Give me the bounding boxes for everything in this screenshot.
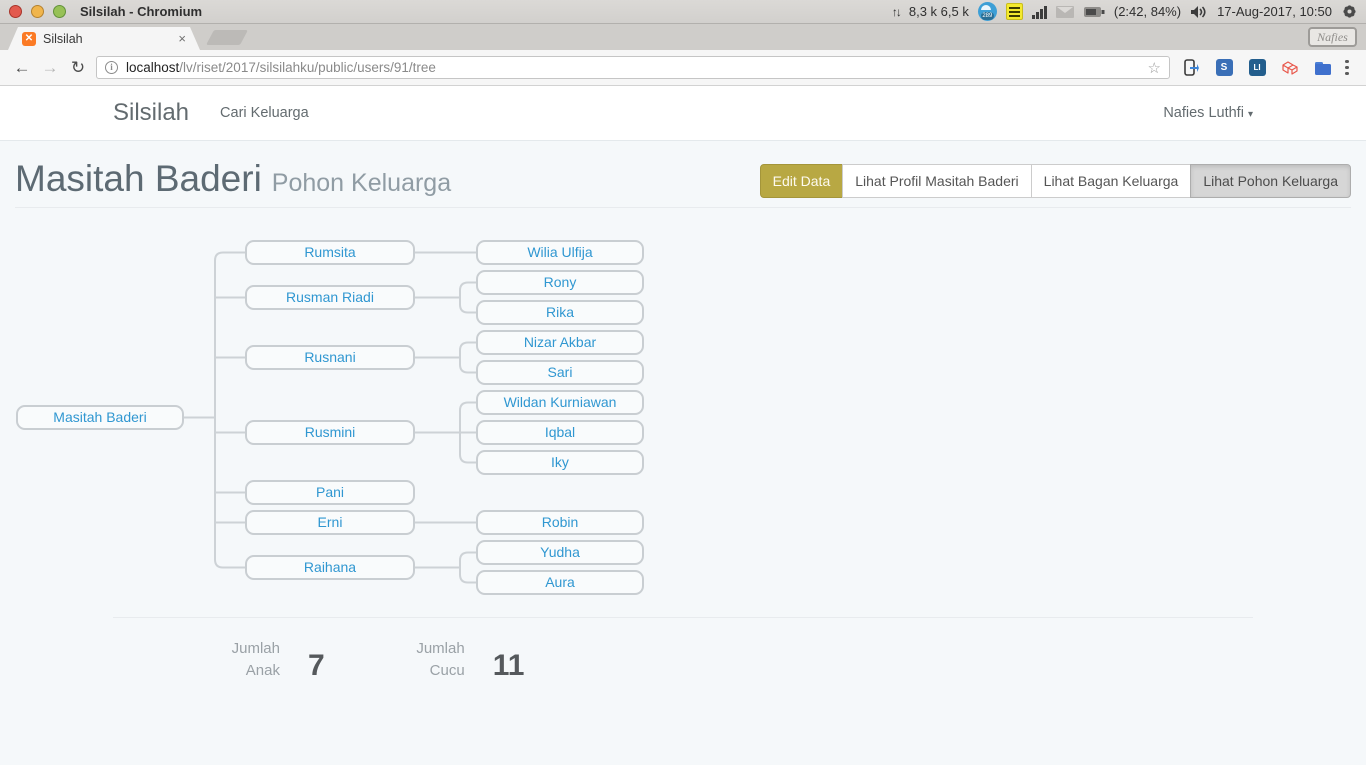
tree-node-grandchild[interactable]: Robin (476, 510, 644, 535)
reload-button[interactable]: ↻ (64, 58, 92, 78)
user-dropdown[interactable]: Nafies Luthfi ▾ (1163, 105, 1253, 121)
network-rate: 8,3 k 6,5 k (909, 4, 969, 19)
battery-status: (2:42, 84%) (1114, 4, 1181, 19)
folder-extension-icon[interactable] (1314, 59, 1332, 77)
tree-node-child[interactable]: Rusman Riadi (245, 285, 415, 310)
user-name: Nafies Luthfi (1163, 105, 1244, 121)
extensions: S LI (1182, 59, 1332, 77)
gear-icon[interactable] (1341, 3, 1358, 20)
edit-data-button[interactable]: Edit Data (760, 164, 844, 198)
lihat-bagan-button[interactable]: Lihat Bagan Keluarga (1031, 164, 1192, 198)
browser-toolbar: ← → ↻ i localhost/lv/riset/2017/silsilah… (0, 50, 1366, 86)
tree-node-grandchild[interactable]: Wilia Ulfija (476, 240, 644, 265)
stats: JumlahAnak 7 JumlahCucu 11 (113, 638, 524, 682)
tab-title: Silsilah (43, 32, 83, 46)
phone-share-extension-icon[interactable] (1182, 59, 1200, 77)
tree-node-grandchild[interactable]: Wildan Kurniawan (476, 390, 644, 415)
network-arrows-icon: ↑↓ (892, 5, 900, 19)
action-button-group: Edit Data Lihat Profil Masitah Baderi Li… (760, 164, 1351, 198)
tree-node-grandchild[interactable]: Sari (476, 360, 644, 385)
tree-node-grandchild[interactable]: Rika (476, 300, 644, 325)
downloader-indicator-icon[interactable]: 289 (978, 2, 997, 21)
jumlah-cucu-value: 11 (493, 650, 525, 682)
page-title: Masitah Baderi (15, 158, 262, 199)
app-brand[interactable]: Silsilah (113, 99, 189, 127)
tab-strip: ✕ Silsilah × Nafies (0, 24, 1366, 50)
screen: Silsilah - Chromium ↑↓ 8,3 k 6,5 k 289 (… (0, 0, 1366, 765)
close-window-icon[interactable] (9, 5, 22, 18)
url-host: localhost (126, 60, 179, 75)
xampp-favicon-icon: ✕ (22, 32, 36, 46)
tree-node-child[interactable]: Rumsita (245, 240, 415, 265)
tree-node-grandchild[interactable]: Aura (476, 570, 644, 595)
laravel-extension-icon[interactable] (1281, 59, 1299, 77)
page-subtitle: Pohon Keluarga (272, 169, 451, 197)
heading-divider (15, 207, 1351, 208)
tree-node-child[interactable]: Rusnani (245, 345, 415, 370)
browser-menu-icon[interactable] (1345, 60, 1349, 76)
jumlah-anak-value: 7 (308, 650, 325, 682)
tree-node-grandchild[interactable]: Iqbal (476, 420, 644, 445)
site-info-icon[interactable]: i (105, 61, 118, 74)
tab-close-icon[interactable]: × (178, 32, 186, 45)
tree-node-child[interactable]: Rusmini (245, 420, 415, 445)
tree-node-grandchild[interactable]: Yudha (476, 540, 644, 565)
tree-node-child[interactable]: Pani (245, 480, 415, 505)
back-button[interactable]: ← (8, 58, 36, 78)
address-bar[interactable]: i localhost/lv/riset/2017/silsilahku/pub… (96, 56, 1170, 79)
li-extension-icon[interactable]: LI (1249, 59, 1266, 76)
window-controls (9, 5, 66, 18)
tree-node-child[interactable]: Raihana (245, 555, 415, 580)
tree-node-child[interactable]: Erni (245, 510, 415, 535)
minimize-window-icon[interactable] (31, 5, 44, 18)
battery-icon[interactable] (1083, 6, 1105, 18)
maximize-window-icon[interactable] (53, 5, 66, 18)
tree-node-root[interactable]: Masitah Baderi (16, 405, 184, 430)
browser-tab[interactable]: ✕ Silsilah × (8, 27, 200, 50)
nav-link-cari-keluarga[interactable]: Cari Keluarga (220, 105, 309, 121)
indicator-badge: 289 (981, 12, 994, 20)
jumlah-anak-label: JumlahAnak (113, 638, 280, 682)
app-navbar: Silsilah Cari Keluarga Nafies Luthfi ▾ (0, 86, 1366, 141)
page-heading: Masitah Baderi Pohon Keluarga (15, 158, 451, 200)
url-path: /lv/riset/2017/silsilahku/public/users/9… (179, 60, 436, 75)
volume-icon[interactable] (1190, 5, 1208, 19)
forward-button: → (36, 58, 64, 78)
lihat-pohon-button[interactable]: Lihat Pohon Keluarga (1190, 164, 1351, 198)
task-list-indicator-icon[interactable] (1006, 3, 1023, 20)
new-tab-button[interactable] (206, 30, 248, 45)
chevron-down-icon: ▾ (1248, 109, 1253, 120)
window-title: Silsilah - Chromium (80, 4, 202, 19)
jumlah-cucu-label: JumlahCucu (333, 638, 465, 682)
message-indicator-icon[interactable] (1056, 6, 1074, 18)
bookmark-star-icon[interactable]: ☆ (1148, 59, 1161, 77)
signal-strength-icon[interactable] (1032, 5, 1047, 19)
system-panel: Silsilah - Chromium ↑↓ 8,3 k 6,5 k 289 (… (0, 0, 1366, 24)
tree-node-grandchild[interactable]: Nizar Akbar (476, 330, 644, 355)
stylish-extension-icon[interactable]: S (1216, 59, 1233, 76)
tree-node-grandchild[interactable]: Rony (476, 270, 644, 295)
session-badge: Nafies (1308, 27, 1357, 47)
lihat-profil-button[interactable]: Lihat Profil Masitah Baderi (842, 164, 1031, 198)
stats-divider (113, 617, 1253, 618)
system-tray: ↑↓ 8,3 k 6,5 k 289 (2:42, 84%) (892, 2, 1366, 21)
clock[interactable]: 17-Aug-2017, 10:50 (1217, 4, 1332, 19)
tree-node-grandchild[interactable]: Iky (476, 450, 644, 475)
